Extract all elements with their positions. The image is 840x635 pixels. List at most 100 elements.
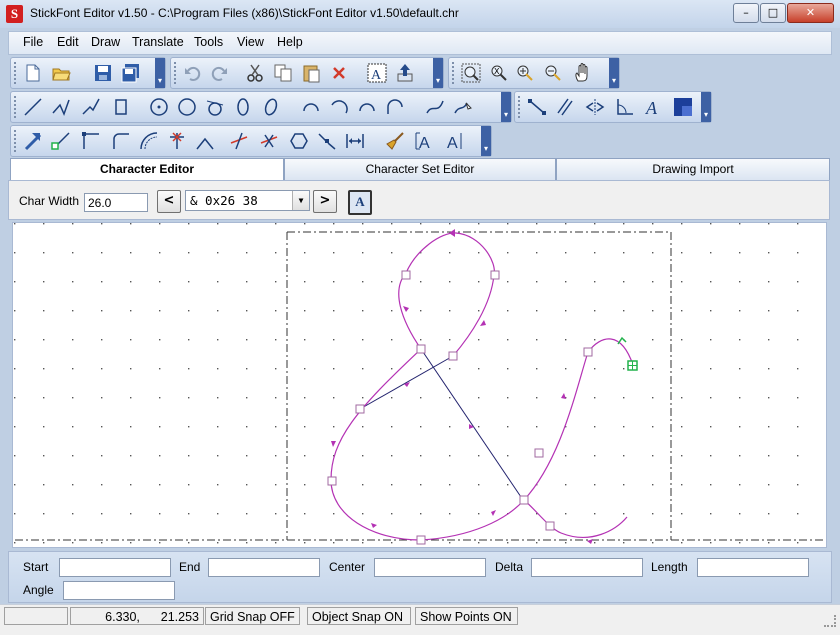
- open-folder-icon[interactable]: [51, 63, 71, 83]
- trim-icon[interactable]: [229, 131, 249, 151]
- draw-toolbar: ▾: [10, 91, 512, 123]
- snap-corner-icon[interactable]: [81, 131, 101, 151]
- start-field[interactable]: [59, 558, 171, 577]
- glyph-drawing[interactable]: [13, 223, 826, 547]
- drawing-canvas[interactable]: [12, 222, 827, 548]
- status-bar: 6.330, 21.253 Grid Snap OFF Object Snap …: [0, 604, 840, 635]
- text-width-icon[interactable]: A: [443, 131, 463, 152]
- file-toolbar: ▾: [10, 57, 166, 89]
- rotate-icon[interactable]: [615, 97, 635, 117]
- font-preview-button[interactable]: A: [348, 190, 372, 215]
- ellipse-icon[interactable]: [233, 97, 253, 117]
- chevron-down-icon[interactable]: ▼: [292, 191, 309, 210]
- object-snap-toggle[interactable]: Object Snap ON: [307, 607, 411, 625]
- extend-icon[interactable]: [259, 131, 279, 151]
- arc-tangent-icon[interactable]: [385, 97, 405, 117]
- broom-icon[interactable]: [385, 131, 405, 151]
- arc-reverse-icon[interactable]: [357, 97, 377, 117]
- snap-midpoint-icon[interactable]: [111, 131, 131, 151]
- tab-character-set-editor[interactable]: Character Set Editor: [284, 158, 556, 180]
- spline-icon[interactable]: [425, 97, 445, 117]
- multi-line-icon[interactable]: [81, 97, 101, 117]
- tab-bar: Character Editor Character Set Editor Dr…: [8, 158, 830, 182]
- polyline-icon[interactable]: [51, 97, 71, 117]
- delta-field[interactable]: [531, 558, 643, 577]
- paste-icon[interactable]: [301, 63, 321, 83]
- zoom-extents-icon[interactable]: X: [489, 63, 509, 83]
- measure-icon[interactable]: [345, 131, 365, 151]
- window-title: StickFont Editor v1.50 - C:\Program File…: [30, 6, 459, 20]
- connect-points-icon[interactable]: [527, 97, 547, 117]
- grid-snap-toggle[interactable]: Grid Snap OFF: [205, 607, 300, 625]
- resize-grip[interactable]: [824, 615, 836, 627]
- menu-view[interactable]: View: [237, 35, 264, 49]
- circle-3pt-icon[interactable]: [177, 97, 197, 117]
- char-select-value: & 0x26 38: [190, 193, 258, 208]
- menu-bar: File Edit Draw Translate Tools View Help: [8, 31, 832, 55]
- undo-icon[interactable]: [183, 63, 203, 83]
- end-field[interactable]: [208, 558, 320, 577]
- angle-label: Angle: [23, 583, 54, 597]
- snap-perpendicular-icon[interactable]: [195, 131, 215, 151]
- end-label: End: [179, 560, 201, 574]
- save-all-icon[interactable]: [121, 63, 141, 83]
- break-icon[interactable]: [317, 131, 337, 151]
- arc-icon[interactable]: [301, 97, 321, 117]
- save-icon[interactable]: [93, 63, 113, 83]
- angle-field[interactable]: [63, 581, 175, 600]
- delete-icon[interactable]: [329, 63, 349, 83]
- menu-help[interactable]: Help: [277, 35, 303, 49]
- center-field[interactable]: [374, 558, 486, 577]
- character-toolbar: Char Width 26.0 < & 0x26 38 ▼ > A: [8, 180, 830, 220]
- maximize-button[interactable]: □: [760, 3, 786, 23]
- text-frame-icon[interactable]: A: [367, 63, 387, 83]
- snap-intersection-icon[interactable]: [167, 131, 187, 151]
- status-coordinates: 6.330, 21.253: [70, 607, 204, 625]
- select-arrow-icon[interactable]: [23, 131, 43, 151]
- circle-tangent-icon[interactable]: [205, 97, 225, 117]
- show-points-toggle[interactable]: Show Points ON: [415, 607, 518, 625]
- next-char-button[interactable]: >: [313, 190, 337, 213]
- redo-icon[interactable]: [209, 63, 229, 83]
- tab-drawing-import[interactable]: Drawing Import: [556, 158, 830, 180]
- mirror-icon[interactable]: [585, 97, 605, 117]
- tab-character-editor[interactable]: Character Editor: [10, 158, 284, 182]
- zoom-in-icon[interactable]: [515, 63, 535, 83]
- rectangle-icon[interactable]: [111, 97, 131, 117]
- menu-file[interactable]: File: [23, 35, 43, 49]
- copy-icon[interactable]: [273, 63, 293, 83]
- zoom-out-icon[interactable]: [543, 63, 563, 83]
- length-label: Length: [651, 560, 688, 574]
- menu-draw[interactable]: Draw: [91, 35, 120, 49]
- length-field[interactable]: [697, 558, 809, 577]
- snap-toolbar: A A ▾: [10, 125, 492, 157]
- zoom-window-icon[interactable]: [461, 63, 481, 83]
- italic-text-icon[interactable]: A: [643, 97, 663, 118]
- new-file-icon[interactable]: [23, 63, 43, 83]
- menu-translate[interactable]: Translate: [132, 35, 184, 49]
- svg-text:A: A: [447, 135, 458, 151]
- close-button[interactable]: ✕: [787, 3, 834, 23]
- snap-endpoint-icon[interactable]: [51, 131, 71, 151]
- line-icon[interactable]: [23, 97, 43, 117]
- menu-edit[interactable]: Edit: [57, 35, 79, 49]
- snap-arc-icon[interactable]: [139, 131, 159, 151]
- spline-edit-icon[interactable]: [453, 97, 473, 117]
- menu-tools[interactable]: Tools: [194, 35, 223, 49]
- circle-center-icon[interactable]: [149, 97, 169, 117]
- char-select-dropdown[interactable]: & 0x26 38 ▼: [185, 190, 310, 211]
- previous-char-button[interactable]: <: [157, 190, 181, 213]
- status-x: 6.330,: [105, 610, 140, 624]
- cut-icon[interactable]: [245, 63, 265, 83]
- char-width-field[interactable]: 26.0: [84, 193, 148, 212]
- parallel-icon[interactable]: [555, 97, 575, 117]
- join-icon[interactable]: [289, 131, 309, 151]
- text-size-icon[interactable]: A: [415, 131, 435, 152]
- minimize-button[interactable]: –: [733, 3, 759, 23]
- arc-3pt-icon[interactable]: [329, 97, 349, 117]
- app-icon[interactable]: S: [6, 5, 23, 23]
- pan-hand-icon[interactable]: [573, 63, 593, 83]
- ellipse-rotated-icon[interactable]: [261, 97, 281, 117]
- fill-color-icon[interactable]: [673, 97, 693, 117]
- upload-icon[interactable]: [395, 63, 415, 83]
